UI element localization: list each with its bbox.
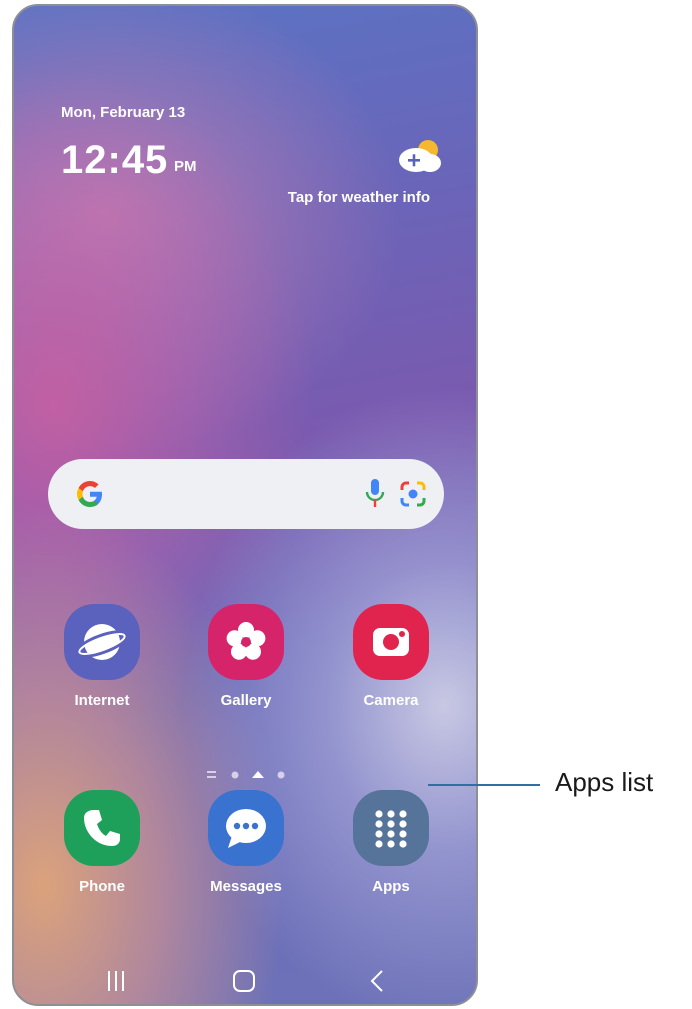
google-lens-icon[interactable] <box>398 479 428 509</box>
app-label: Apps <box>372 878 410 895</box>
app-label: Camera <box>363 692 419 709</box>
google-logo-icon[interactable] <box>74 478 106 510</box>
home-icon[interactable] <box>233 970 255 992</box>
internet-icon <box>64 604 140 680</box>
app-apps[interactable]: Apps <box>331 790 451 895</box>
app-gallery[interactable]: Gallery <box>186 604 306 709</box>
weather-add-icon[interactable] <box>394 138 444 174</box>
page-indicator[interactable] <box>207 768 307 782</box>
phone-icon <box>64 790 140 866</box>
google-search-bar[interactable] <box>48 459 444 529</box>
app-messages[interactable]: Messages <box>186 790 306 895</box>
app-label: Internet <box>74 692 130 709</box>
app-label: Phone <box>79 878 125 895</box>
apps-grid-icon <box>353 790 429 866</box>
callout-label: Apps list <box>555 767 654 797</box>
phone-screen: Mon, February 13 12:45 PM Tap for weathe… <box>12 4 478 1006</box>
messages-icon <box>208 790 284 866</box>
clock-ampm: PM <box>174 158 197 175</box>
gallery-icon <box>208 604 284 680</box>
weather-info-link[interactable]: Tap for weather info <box>288 189 430 206</box>
app-internet[interactable]: Internet <box>42 604 162 709</box>
app-label: Gallery <box>220 692 272 709</box>
app-phone[interactable]: Phone <box>42 790 162 895</box>
microphone-icon[interactable] <box>364 477 386 511</box>
callout-line <box>428 784 540 786</box>
navigation-bar <box>108 970 383 992</box>
back-icon[interactable] <box>370 970 383 992</box>
app-label: Messages <box>210 878 282 895</box>
clock-time[interactable]: 12:45 <box>61 138 168 183</box>
app-camera[interactable]: Camera <box>331 604 451 709</box>
date-text: Mon, February 13 <box>61 104 186 121</box>
camera-icon <box>353 604 429 680</box>
recent-apps-icon[interactable] <box>108 971 124 991</box>
